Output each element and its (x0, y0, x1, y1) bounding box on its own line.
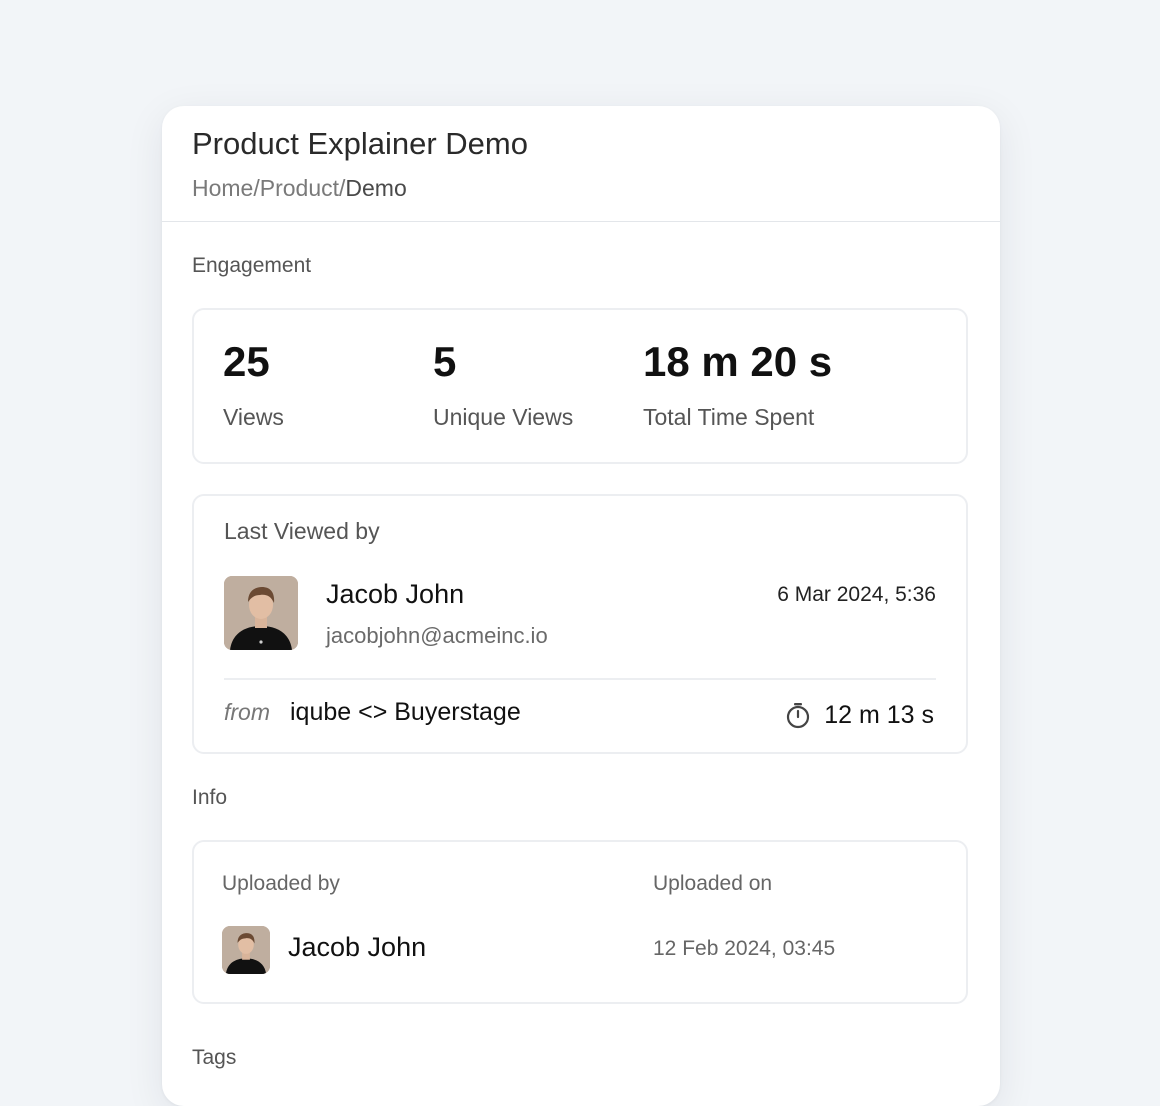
uploaded-on-date: 12 Feb 2024, 03:45 (653, 937, 836, 960)
breadcrumb-home[interactable]: Home (192, 175, 253, 201)
views-value: 25 (223, 338, 270, 385)
uploader-avatar[interactable] (222, 926, 270, 974)
total-time-value: 18 m 20 s (643, 338, 833, 385)
unique-views-value: 5 (433, 338, 457, 385)
page-title: Product Explainer Demo (192, 126, 528, 161)
viewed-timestamp: 6 Mar 2024, 5:36 (777, 583, 936, 606)
views-label: Views (223, 404, 284, 430)
from-room-name[interactable]: iqube <> Buyerstage (290, 698, 521, 727)
avatar[interactable] (224, 576, 298, 650)
uploader-name[interactable]: Jacob John (288, 932, 426, 963)
info-section-label: Info (192, 786, 228, 809)
duration-value: 12 m 13 s (824, 700, 934, 729)
viewer-name[interactable]: Jacob John (326, 579, 464, 610)
from-label: from (224, 699, 270, 725)
viewer-email: jacobjohn@acmeinc.io (326, 623, 548, 648)
last-viewed-heading: Last Viewed by (224, 518, 380, 544)
stopwatch-icon (787, 703, 810, 729)
divider (224, 678, 936, 680)
panel-header: Product Explainer Demo Home/Product/Demo (162, 106, 1000, 222)
last-viewed-card: Last Viewed by Jacob John jacobjohn@acme… (192, 494, 968, 754)
total-time-label: Total Time Spent (643, 404, 815, 430)
breadcrumb-product[interactable]: Product (260, 175, 339, 201)
avatar-image (222, 926, 270, 974)
view-duration: 12 m 13 s (784, 700, 934, 730)
engagement-section-label: Engagement (192, 254, 312, 277)
details-panel: Product Explainer Demo Home/Product/Demo… (162, 106, 1000, 1106)
tags-section-label: Tags (192, 1046, 237, 1069)
uploaded-by-label: Uploaded by (222, 872, 340, 895)
unique-views-label: Unique Views (433, 404, 574, 430)
breadcrumb-current: Demo (345, 175, 407, 201)
breadcrumb: Home/Product/Demo (192, 175, 407, 202)
avatar-image (224, 576, 298, 650)
info-card: Uploaded by Uploaded on Jacob John 12 Fe… (192, 840, 968, 1004)
engagement-card: 25 Views 5 Unique Views 18 m 20 s Total … (192, 308, 968, 464)
uploaded-on-label: Uploaded on (653, 872, 773, 895)
